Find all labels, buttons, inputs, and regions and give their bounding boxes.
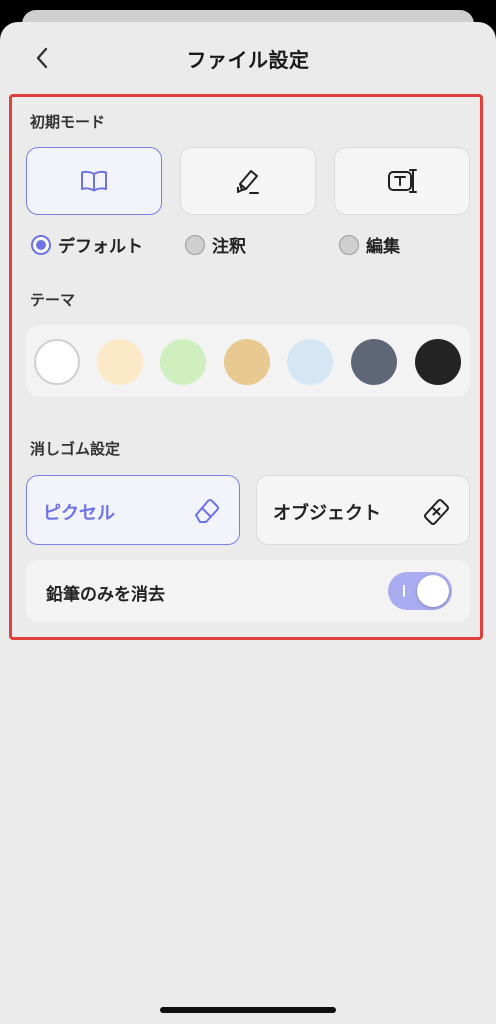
theme-swatch-green[interactable]: [160, 339, 206, 385]
file-settings-sheet: ファイル設定 初期モード デフォルト 注釈 編集 テーマ 消しゴム設定 ピクセル…: [0, 22, 496, 1024]
radio-edit-label: 編集: [366, 237, 400, 257]
mode-card-default[interactable]: [26, 147, 162, 215]
eraser-option-pixel-label: ピクセル: [43, 503, 115, 524]
theme-color-strip: [26, 325, 470, 397]
radio-default-indicator[interactable]: [31, 234, 51, 255]
theme-swatch-black[interactable]: [415, 339, 461, 385]
pencil-icon: [237, 170, 259, 194]
toggle-knob: [417, 575, 449, 607]
eraser-icon: [195, 499, 219, 523]
initial-mode-title: 初期モード: [30, 113, 106, 131]
object-eraser-icon: [424, 499, 449, 525]
mode-card-edit[interactable]: [334, 147, 470, 215]
eraser-option-pixel[interactable]: ピクセル: [26, 475, 240, 545]
book-open-icon: [81, 170, 107, 192]
eraser-option-object-label: オブジェクト: [273, 503, 381, 524]
mode-card-annotation[interactable]: [180, 147, 316, 215]
radio-default[interactable]: デフォルト: [31, 232, 143, 257]
erase-pencil-only-toggle[interactable]: [388, 572, 452, 610]
radio-annotation-label: 注釈: [212, 237, 246, 257]
theme-swatch-cream[interactable]: [97, 339, 143, 385]
eraser-option-object[interactable]: オブジェクト: [256, 475, 470, 545]
theme-title: テーマ: [30, 291, 76, 309]
radio-default-label: デフォルト: [58, 237, 143, 257]
radio-annotation[interactable]: 注釈: [185, 232, 246, 257]
theme-swatch-light-blue[interactable]: [287, 339, 333, 385]
erase-pencil-only-label: 鉛筆のみを消去: [46, 585, 165, 605]
theme-swatch-white[interactable]: [34, 339, 80, 385]
erase-pencil-only-row: 鉛筆のみを消去: [26, 560, 470, 622]
radio-edit-indicator[interactable]: [339, 234, 359, 255]
radio-annotation-indicator[interactable]: [185, 234, 205, 255]
eraser-settings-title: 消しゴム設定: [30, 440, 121, 458]
radio-edit[interactable]: 編集: [339, 232, 400, 257]
toggle-on-mark: [403, 585, 405, 597]
nav-bar: ファイル設定: [0, 22, 496, 92]
theme-swatch-tan[interactable]: [224, 339, 270, 385]
page-title: ファイル設定: [186, 48, 310, 72]
text-box-icon: [388, 169, 417, 193]
home-indicator: [160, 1007, 336, 1013]
theme-swatch-slate[interactable]: [351, 339, 397, 385]
